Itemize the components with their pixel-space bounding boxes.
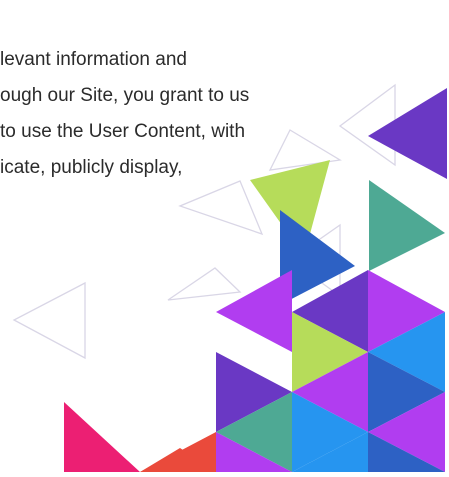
outline-triangle [167,267,242,301]
outline-triangle [178,180,264,236]
triangle [368,88,447,179]
triangle [64,402,140,472]
triangle [216,270,292,352]
outline-triangle [12,281,86,360]
page: levant information and ough our Site, yo… [0,0,449,477]
outline-triangle [268,129,342,171]
triangle [369,180,445,271]
geometric-triangle-pattern-icon [12,83,447,472]
